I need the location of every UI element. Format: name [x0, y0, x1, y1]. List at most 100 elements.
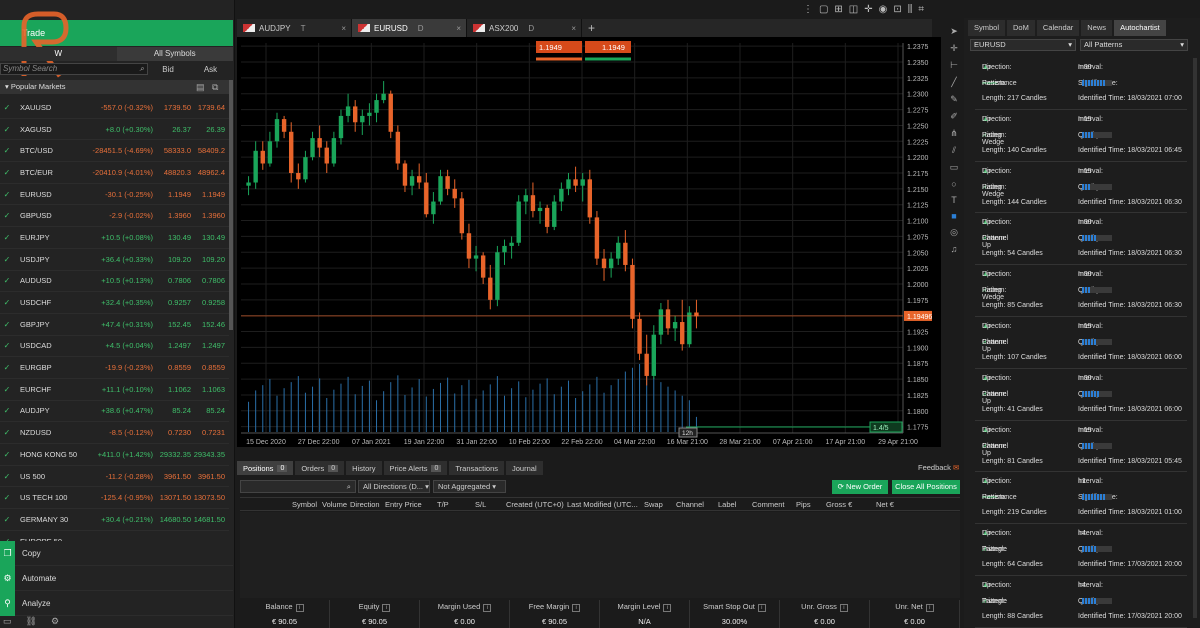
channel-icon[interactable]: ⫽ — [952, 145, 956, 156]
add-tab-icon[interactable]: + — [582, 19, 595, 37]
info-icon[interactable]: i — [757, 604, 766, 612]
symbol-bid[interactable]: 1739.50 — [153, 103, 191, 112]
symbol-bid[interactable]: 48820.3 — [153, 168, 191, 177]
symbol-bid[interactable]: 109.20 — [153, 255, 191, 264]
plus-icon[interactable]: ✛ — [864, 4, 872, 15]
symbol-ask[interactable]: 1.2497 — [191, 341, 225, 350]
symbol-bid[interactable]: 13071.50 — [153, 493, 191, 502]
symbol-ask[interactable]: 48962.4 — [191, 168, 225, 177]
pattern-card[interactable]: Direction: ▲ Up Interval: m30 Pattern: ═══… — [975, 58, 1187, 110]
tab-all-symbols[interactable]: All Symbols — [116, 47, 233, 61]
aggregate-select[interactable]: Not Aggregated ▾ — [433, 480, 506, 493]
symbol-row[interactable]: ✓ HONG KONG 50 +411.0 (+1.42%) 29332.35 2934… — [0, 444, 229, 466]
pattern-card[interactable]: Direction: ▲ Up Interval: m30 Pattern: ⩘ R… — [975, 265, 1187, 317]
symbol-ask[interactable]: 3961.50 — [191, 472, 225, 481]
symbol-ask[interactable]: 26.39 — [191, 125, 225, 134]
feedback-button[interactable]: Feedback ✉ — [918, 461, 962, 475]
circle-icon[interactable]: ○ — [951, 179, 956, 189]
symbol-bid[interactable]: 152.45 — [153, 320, 191, 329]
symbol-bid[interactable]: 0.9257 — [153, 298, 191, 307]
tab-orders[interactable]: Orders 0 — [295, 461, 345, 475]
info-icon[interactable]: i — [295, 604, 304, 612]
column-header[interactable]: Label — [718, 500, 736, 509]
layout-icon[interactable]: ◫ — [849, 4, 858, 15]
tab-watchlist[interactable]: W — [0, 47, 117, 61]
pointer-icon[interactable]: ➤ — [950, 26, 958, 37]
symbol-bid[interactable]: 0.7806 — [153, 276, 191, 285]
text-icon[interactable]: T — [951, 195, 957, 205]
camera-icon[interactable]: ◎ — [950, 227, 958, 238]
column-header[interactable]: Comment — [752, 500, 785, 509]
timeframe-label[interactable]: D — [418, 24, 424, 33]
window-icon[interactable]: ▢ — [819, 4, 828, 15]
symbol-row[interactable]: ✓ BTC/EUR -20410.9 (-4.01%) 48820.3 48962.4 — [0, 162, 229, 184]
buy-button[interactable]: 1.1949 — [585, 41, 631, 53]
symbol-bid[interactable]: 85.24 — [153, 406, 191, 415]
column-header[interactable]: Created (UTC+0) — [506, 500, 564, 509]
symbol-ask[interactable]: 1739.64 — [191, 103, 225, 112]
popout-icon[interactable]: ⧉ — [212, 80, 218, 94]
eye-icon[interactable]: ◉ — [879, 4, 888, 15]
symbol-row[interactable]: ✓ GERMANY 30 +30.4 (+0.21%) 14680.50 14681.5… — [0, 509, 229, 531]
bell-icon[interactable]: ♫ — [951, 244, 958, 254]
column-header[interactable]: Pips — [796, 500, 811, 509]
symbol-row[interactable]: ✓ AUDUSD +10.5 (+0.13%) 0.7806 0.7806 — [0, 271, 229, 293]
symbol-row[interactable]: ✓ USDCAD +4.5 (+0.04%) 1.2497 1.2497 — [0, 336, 229, 358]
grid-icon[interactable]: ⊞ — [834, 4, 842, 15]
brush-icon[interactable]: ✐ — [950, 111, 958, 122]
tab-symbol[interactable]: Symbol — [968, 20, 1006, 36]
pattern-card[interactable]: Direction: ▲ Up Interval: h4 Pattern: ⩘ Tr… — [975, 524, 1187, 576]
tab-news[interactable]: News — [1081, 20, 1113, 36]
symbol-bid[interactable]: 1.3960 — [153, 211, 191, 220]
column-header[interactable]: Last Modified (UTC... — [567, 500, 638, 509]
symbol-ask[interactable]: 109.20 — [191, 255, 225, 264]
symbol-row[interactable]: ✓ EURGBP -19.9 (-0.23%) 0.8559 0.8559 — [0, 357, 229, 379]
symbol-select[interactable]: EURUSD ▾ — [970, 39, 1076, 51]
symbol-bid[interactable]: 1.1062 — [153, 385, 191, 394]
symbol-bid[interactable]: 130.49 — [153, 233, 191, 242]
fib-icon[interactable]: ⋔ — [950, 128, 958, 139]
chart-tab[interactable]: ASX200 D × — [467, 19, 582, 37]
list-icon[interactable]: ▤ — [196, 80, 205, 94]
filter-search-input[interactable]: ⌕ — [240, 480, 356, 493]
symbol-ask[interactable]: 152.46 — [191, 320, 225, 329]
symbol-row[interactable]: ✓ EURUSD -30.1 (-0.25%) 1.1949 1.1949 — [0, 184, 229, 206]
pattern-card[interactable]: Direction: ▲ Up Interval: m15 Pattern: ⩘ R… — [975, 110, 1187, 162]
symbol-row[interactable]: ✓ US 500 -11.2 (-0.28%) 3961.50 3961.50 — [0, 466, 229, 488]
symbol-ask[interactable]: 1.1063 — [191, 385, 225, 394]
symbol-row[interactable]: ✓ US TECH 100 -125.4 (-0.95%) 13071.50 13073… — [0, 487, 229, 510]
close-icon[interactable]: × — [571, 24, 576, 33]
column-header[interactable]: Entry Price — [385, 500, 422, 509]
symbol-ask[interactable]: 14681.50 — [191, 515, 225, 524]
symbol-row[interactable]: ✓ GBPUSD -2.9 (-0.02%) 1.3960 1.3960 — [0, 205, 229, 228]
info-icon[interactable]: i — [382, 604, 391, 612]
horizontal-line-icon[interactable]: ⊢ — [950, 60, 958, 71]
symbol-ask[interactable]: 1.3960 — [191, 211, 225, 220]
info-icon[interactable]: i — [839, 604, 848, 612]
crosshair-icon[interactable]: ✛ — [950, 43, 958, 54]
tab-price-alerts[interactable]: Price Alerts 0 — [383, 461, 448, 475]
column-header[interactable]: Channel — [676, 500, 704, 509]
close-icon[interactable]: × — [456, 24, 461, 33]
symbol-ask[interactable]: 85.24 — [191, 406, 225, 415]
symbol-row[interactable]: ✓ USDCHF +32.4 (+0.35%) 0.9257 0.9258 — [0, 292, 229, 314]
symbol-bid[interactable]: 3961.50 — [153, 472, 191, 481]
rectangle-icon[interactable]: ▭ — [950, 162, 959, 173]
info-icon[interactable]: i — [925, 604, 934, 612]
menu-icon[interactable]: ⋮ — [803, 4, 813, 15]
column-header[interactable]: Swap — [644, 500, 663, 509]
tab-dom[interactable]: DoM — [1007, 20, 1035, 36]
info-icon[interactable]: i — [572, 604, 581, 612]
symbol-row[interactable]: ✓ NZDUSD -8.5 (-0.12%) 0.7230 0.7231 — [0, 422, 229, 444]
pattern-card[interactable]: Direction: ▲ Up Interval: m15 Pattern: ⩘ C… — [975, 317, 1187, 369]
symbol-ask[interactable]: 58409.2 — [191, 146, 225, 155]
symbol-row[interactable]: ✓ USDJPY +36.4 (+0.33%) 109.20 109.20 — [0, 249, 229, 271]
info-icon[interactable]: i — [663, 604, 672, 612]
symbol-ask[interactable]: 0.8559 — [191, 363, 225, 372]
symbol-bid[interactable]: 1.2497 — [153, 341, 191, 350]
timeframe-label[interactable]: T — [301, 24, 306, 33]
pattern-card[interactable]: Direction: ▲ Up Interval: m15 Pattern: ⩘ C… — [975, 421, 1187, 473]
menu-item-copy[interactable]: ❐ Copy — [0, 540, 233, 566]
price-chart[interactable]: 1.2375 1.2350 1.2325 1.2300 1.2275 1.2250 1.22… — [237, 37, 941, 447]
pattern-card[interactable]: Direction: ▲ Up Interval: h1 Pattern: ═══ … — [975, 472, 1187, 525]
